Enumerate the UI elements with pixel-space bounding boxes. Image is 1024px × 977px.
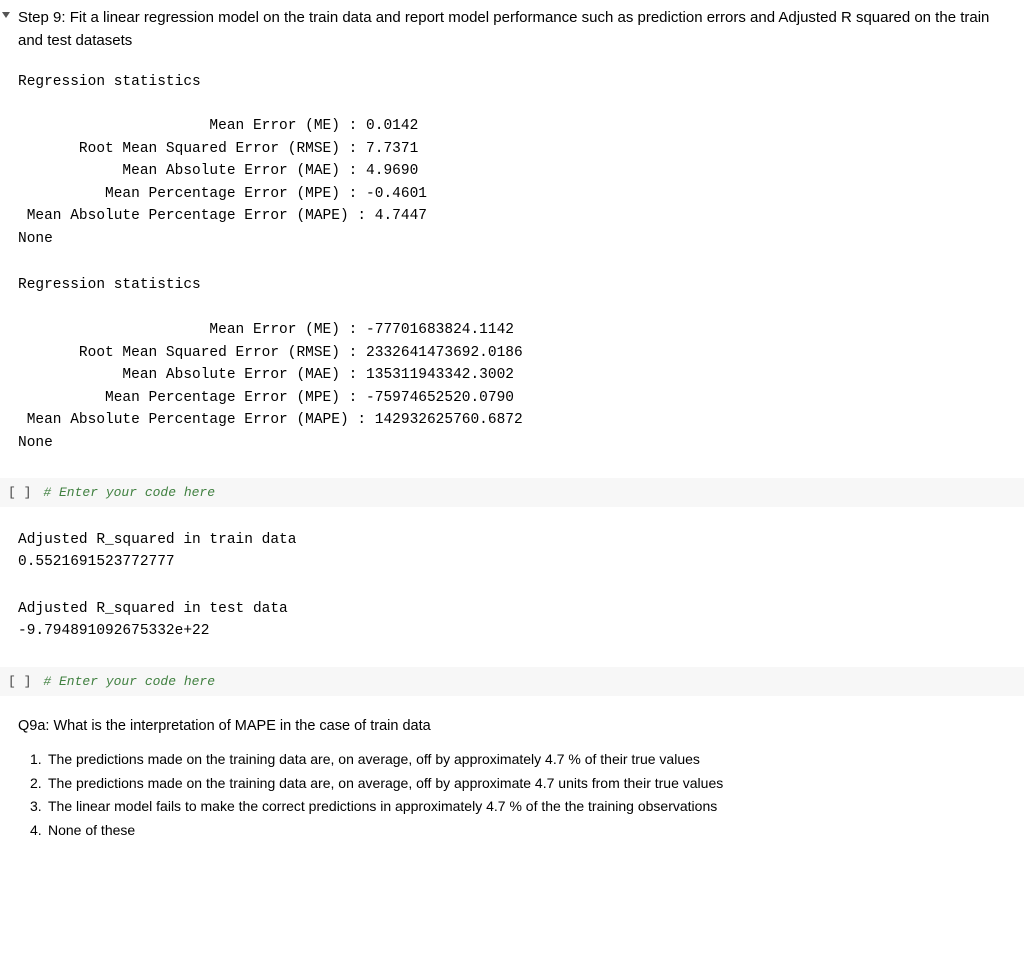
code-cell-2[interactable]: [ ] # Enter your code here	[0, 667, 1024, 696]
answer-option: 1. The predictions made on the training d…	[30, 748, 1006, 772]
regression-stats-1: Regression statistics Mean Error (ME) : …	[18, 71, 1006, 251]
step-heading-text: Step 9: Fit a linear regression model on…	[18, 9, 989, 49]
answer-text: The predictions made on the training dat…	[48, 751, 700, 767]
cell-prompt: [ ]	[8, 674, 43, 689]
answer-number: 3.	[30, 795, 42, 819]
regression-stats-2: Regression statistics Mean Error (ME) : …	[18, 274, 1006, 454]
answer-text: The linear model fails to make the corre…	[48, 798, 717, 814]
code-comment: # Enter your code here	[43, 485, 215, 500]
step-heading: Step 9: Fit a linear regression model on…	[18, 6, 1006, 53]
code-comment: # Enter your code here	[43, 674, 215, 689]
answer-text: None of these	[48, 822, 135, 838]
answer-text: The predictions made on the training dat…	[48, 775, 723, 791]
question-heading: Q9a: What is the interpretation of MAPE …	[18, 718, 1006, 734]
answer-number: 4.	[30, 819, 42, 843]
answer-list: 1. The predictions made on the training d…	[18, 748, 1006, 843]
cell-prompt: [ ]	[8, 485, 43, 500]
answer-number: 1.	[30, 748, 42, 772]
code-cell-1[interactable]: [ ] # Enter your code here	[0, 478, 1024, 507]
adjusted-r2-test: Adjusted R_squared in test data -9.79489…	[18, 598, 1006, 643]
answer-option: 2. The predictions made on the training d…	[30, 772, 1006, 796]
caret-down-icon	[2, 12, 10, 18]
answer-option: 3. The linear model fails to make the cor…	[30, 795, 1006, 819]
answer-option: 4. None of these	[30, 819, 1006, 843]
answer-number: 2.	[30, 772, 42, 796]
adjusted-r2-train: Adjusted R_squared in train data 0.55216…	[18, 529, 1006, 574]
